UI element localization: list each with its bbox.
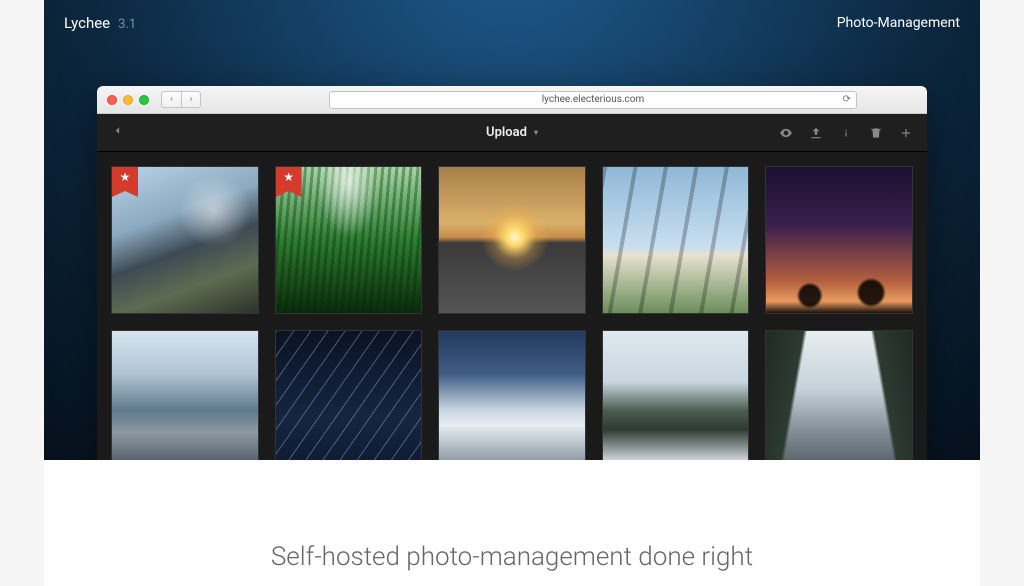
photo-thumbnail[interactable]	[275, 330, 423, 460]
app-toolbar: Upload ▾	[97, 114, 927, 152]
photo-image	[603, 167, 749, 313]
browser-window: ‹ › lychee.electerious.com ⟳ Upload ▾	[97, 86, 927, 460]
photo-thumbnail[interactable]	[602, 330, 750, 460]
browser-chrome: ‹ › lychee.electerious.com ⟳	[97, 86, 927, 114]
hero-header: Lychee 3.1 Photo-Management	[44, 0, 980, 42]
photo-thumbnail[interactable]	[765, 166, 913, 314]
photo-image	[603, 331, 749, 460]
nav-forward-button[interactable]: ›	[181, 91, 201, 108]
reload-icon[interactable]: ⟳	[843, 94, 851, 105]
photo-thumbnail[interactable]	[765, 330, 913, 460]
photo-thumbnail[interactable]: ★	[111, 166, 259, 314]
photo-grid: ★ ★	[97, 152, 927, 460]
photo-thumbnail[interactable]	[438, 330, 586, 460]
photo-thumbnail[interactable]	[438, 166, 586, 314]
photo-image	[112, 331, 258, 460]
photo-image	[766, 167, 912, 313]
app-name: Lychee	[64, 14, 110, 32]
info-icon[interactable]	[839, 126, 853, 140]
tagline-section: Self-hosted photo-management done right	[44, 460, 980, 586]
visibility-icon[interactable]	[779, 126, 793, 140]
app-subtitle: Photo-Management	[837, 15, 960, 31]
tagline: Self-hosted photo-management done right	[271, 542, 753, 572]
maximize-icon[interactable]	[139, 95, 149, 105]
photo-thumbnail[interactable]	[602, 166, 750, 314]
photo-image	[439, 331, 585, 460]
photo-image	[439, 167, 585, 313]
minimize-icon[interactable]	[123, 95, 133, 105]
hero-banner: Lychee 3.1 Photo-Management ‹ › lychee.e…	[44, 0, 980, 460]
back-button[interactable]	[111, 124, 124, 141]
url-bar[interactable]: lychee.electerious.com ⟳	[329, 91, 857, 109]
chevron-down-icon: ▾	[534, 128, 538, 137]
nav-back-button[interactable]: ‹	[161, 91, 181, 108]
url-text: lychee.electerious.com	[542, 94, 644, 105]
photo-thumbnail[interactable]	[111, 330, 259, 460]
toolbar-title-dropdown[interactable]: Upload ▾	[486, 125, 538, 140]
share-icon[interactable]	[809, 126, 823, 140]
toolbar-title: Upload	[486, 125, 527, 140]
add-icon[interactable]	[899, 126, 913, 140]
photo-image	[766, 331, 912, 460]
traffic-lights	[107, 95, 149, 105]
photo-thumbnail[interactable]: ★	[275, 166, 423, 314]
close-icon[interactable]	[107, 95, 117, 105]
app-version: 3.1	[118, 17, 136, 32]
photo-image	[276, 331, 422, 460]
trash-icon[interactable]	[869, 126, 883, 140]
